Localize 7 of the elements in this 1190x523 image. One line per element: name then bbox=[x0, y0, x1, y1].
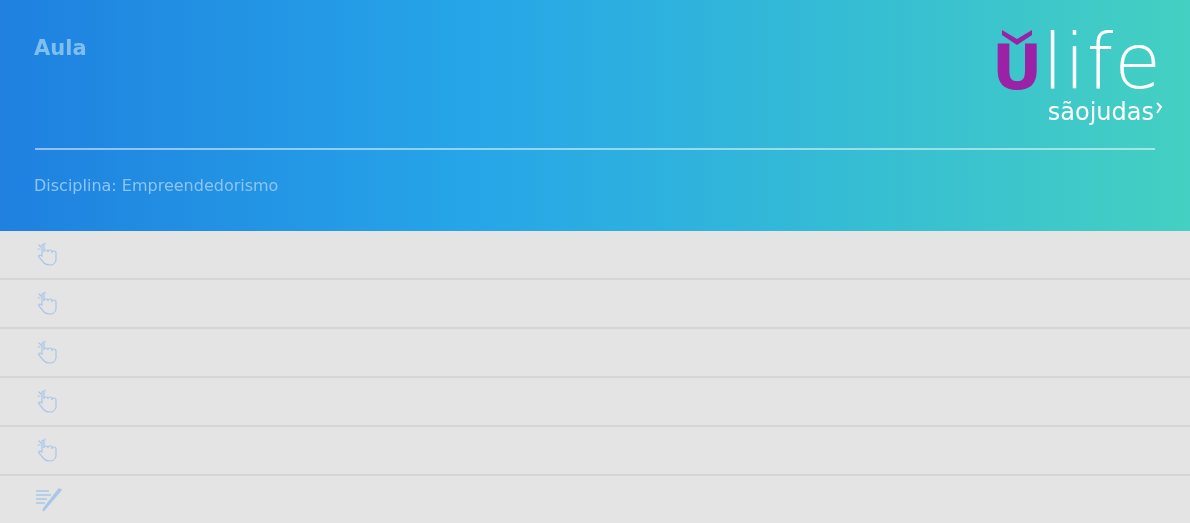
page-title: Aula bbox=[34, 36, 87, 62]
logo-subtitle: sãojudas bbox=[1047, 100, 1154, 124]
logo-word: life bbox=[1042, 27, 1162, 96]
subject-label: Disciplina: Empreendedorismo bbox=[34, 176, 280, 195]
chevron-icon bbox=[1156, 102, 1162, 114]
document-pen-icon bbox=[35, 486, 63, 513]
logo-initial: U bbox=[991, 40, 1043, 96]
